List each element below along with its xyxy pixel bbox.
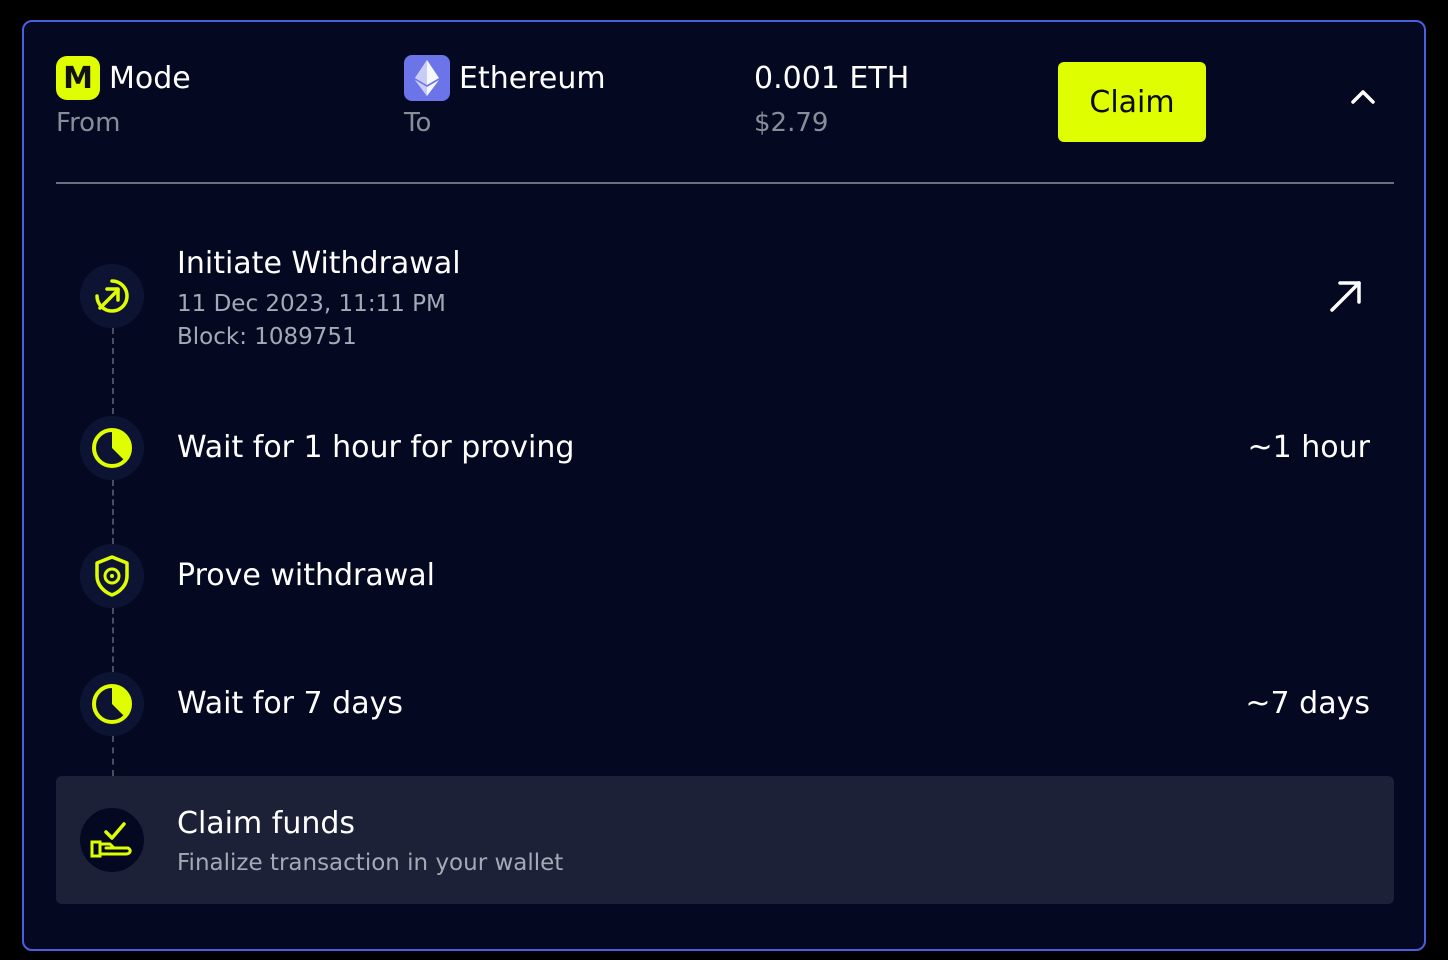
from-column: M Mode From	[56, 54, 191, 138]
step-title: Wait for 7 days	[177, 686, 403, 721]
chevron-up-icon[interactable]	[1348, 82, 1378, 112]
to-column: Ethereum To	[404, 54, 606, 138]
step-title: Claim funds	[177, 806, 356, 841]
withdrawal-card: M Mode From Ethereum To 0.001 ETH $2.79 …	[22, 20, 1426, 951]
step-prove-withdrawal: Prove withdrawal	[56, 544, 1394, 608]
mode-logo-icon: M	[56, 56, 100, 100]
hand-check-icon	[80, 808, 144, 872]
step-title: Initiate Withdrawal	[177, 246, 461, 281]
shield-icon	[80, 544, 144, 608]
clock-icon	[80, 416, 144, 480]
step-title: Prove withdrawal	[177, 558, 436, 593]
arrow-up-right-circle-icon	[80, 264, 144, 328]
step-block: Block: 1089751	[177, 324, 357, 350]
step-duration: ~1 hour	[1247, 430, 1370, 465]
step-title: Wait for 1 hour for proving	[177, 430, 575, 465]
step-connector	[112, 608, 114, 672]
step-wait-days: Wait for 7 days ~7 days	[56, 672, 1394, 736]
transfer-header: M Mode From Ethereum To 0.001 ETH $2.79 …	[24, 22, 1424, 184]
amount-usd: $2.79	[754, 108, 829, 138]
external-link-icon[interactable]	[1328, 278, 1364, 314]
amount-column: 0.001 ETH $2.79	[754, 54, 910, 139]
ethereum-logo-icon	[404, 55, 450, 101]
step-claim-funds: Claim funds Finalize transaction in your…	[56, 776, 1394, 904]
step-connector	[112, 480, 114, 544]
header-divider	[56, 182, 1394, 184]
step-subtitle: Finalize transaction in your wallet	[177, 850, 564, 876]
claim-button[interactable]: Claim	[1058, 62, 1206, 142]
step-date: 11 Dec 2023, 11:11 PM	[177, 291, 446, 317]
step-connector	[112, 736, 114, 776]
clock-icon	[80, 672, 144, 736]
to-chain-name: Ethereum	[459, 60, 606, 96]
from-chain-name: Mode	[109, 60, 191, 96]
step-duration: ~7 days	[1245, 686, 1370, 721]
amount-value: 0.001 ETH	[754, 60, 910, 96]
to-label: To	[404, 108, 432, 138]
step-wait-proving: Wait for 1 hour for proving ~1 hour	[56, 416, 1394, 480]
from-label: From	[56, 108, 121, 138]
step-initiate-withdrawal: Initiate Withdrawal 11 Dec 2023, 11:11 P…	[56, 244, 1394, 354]
